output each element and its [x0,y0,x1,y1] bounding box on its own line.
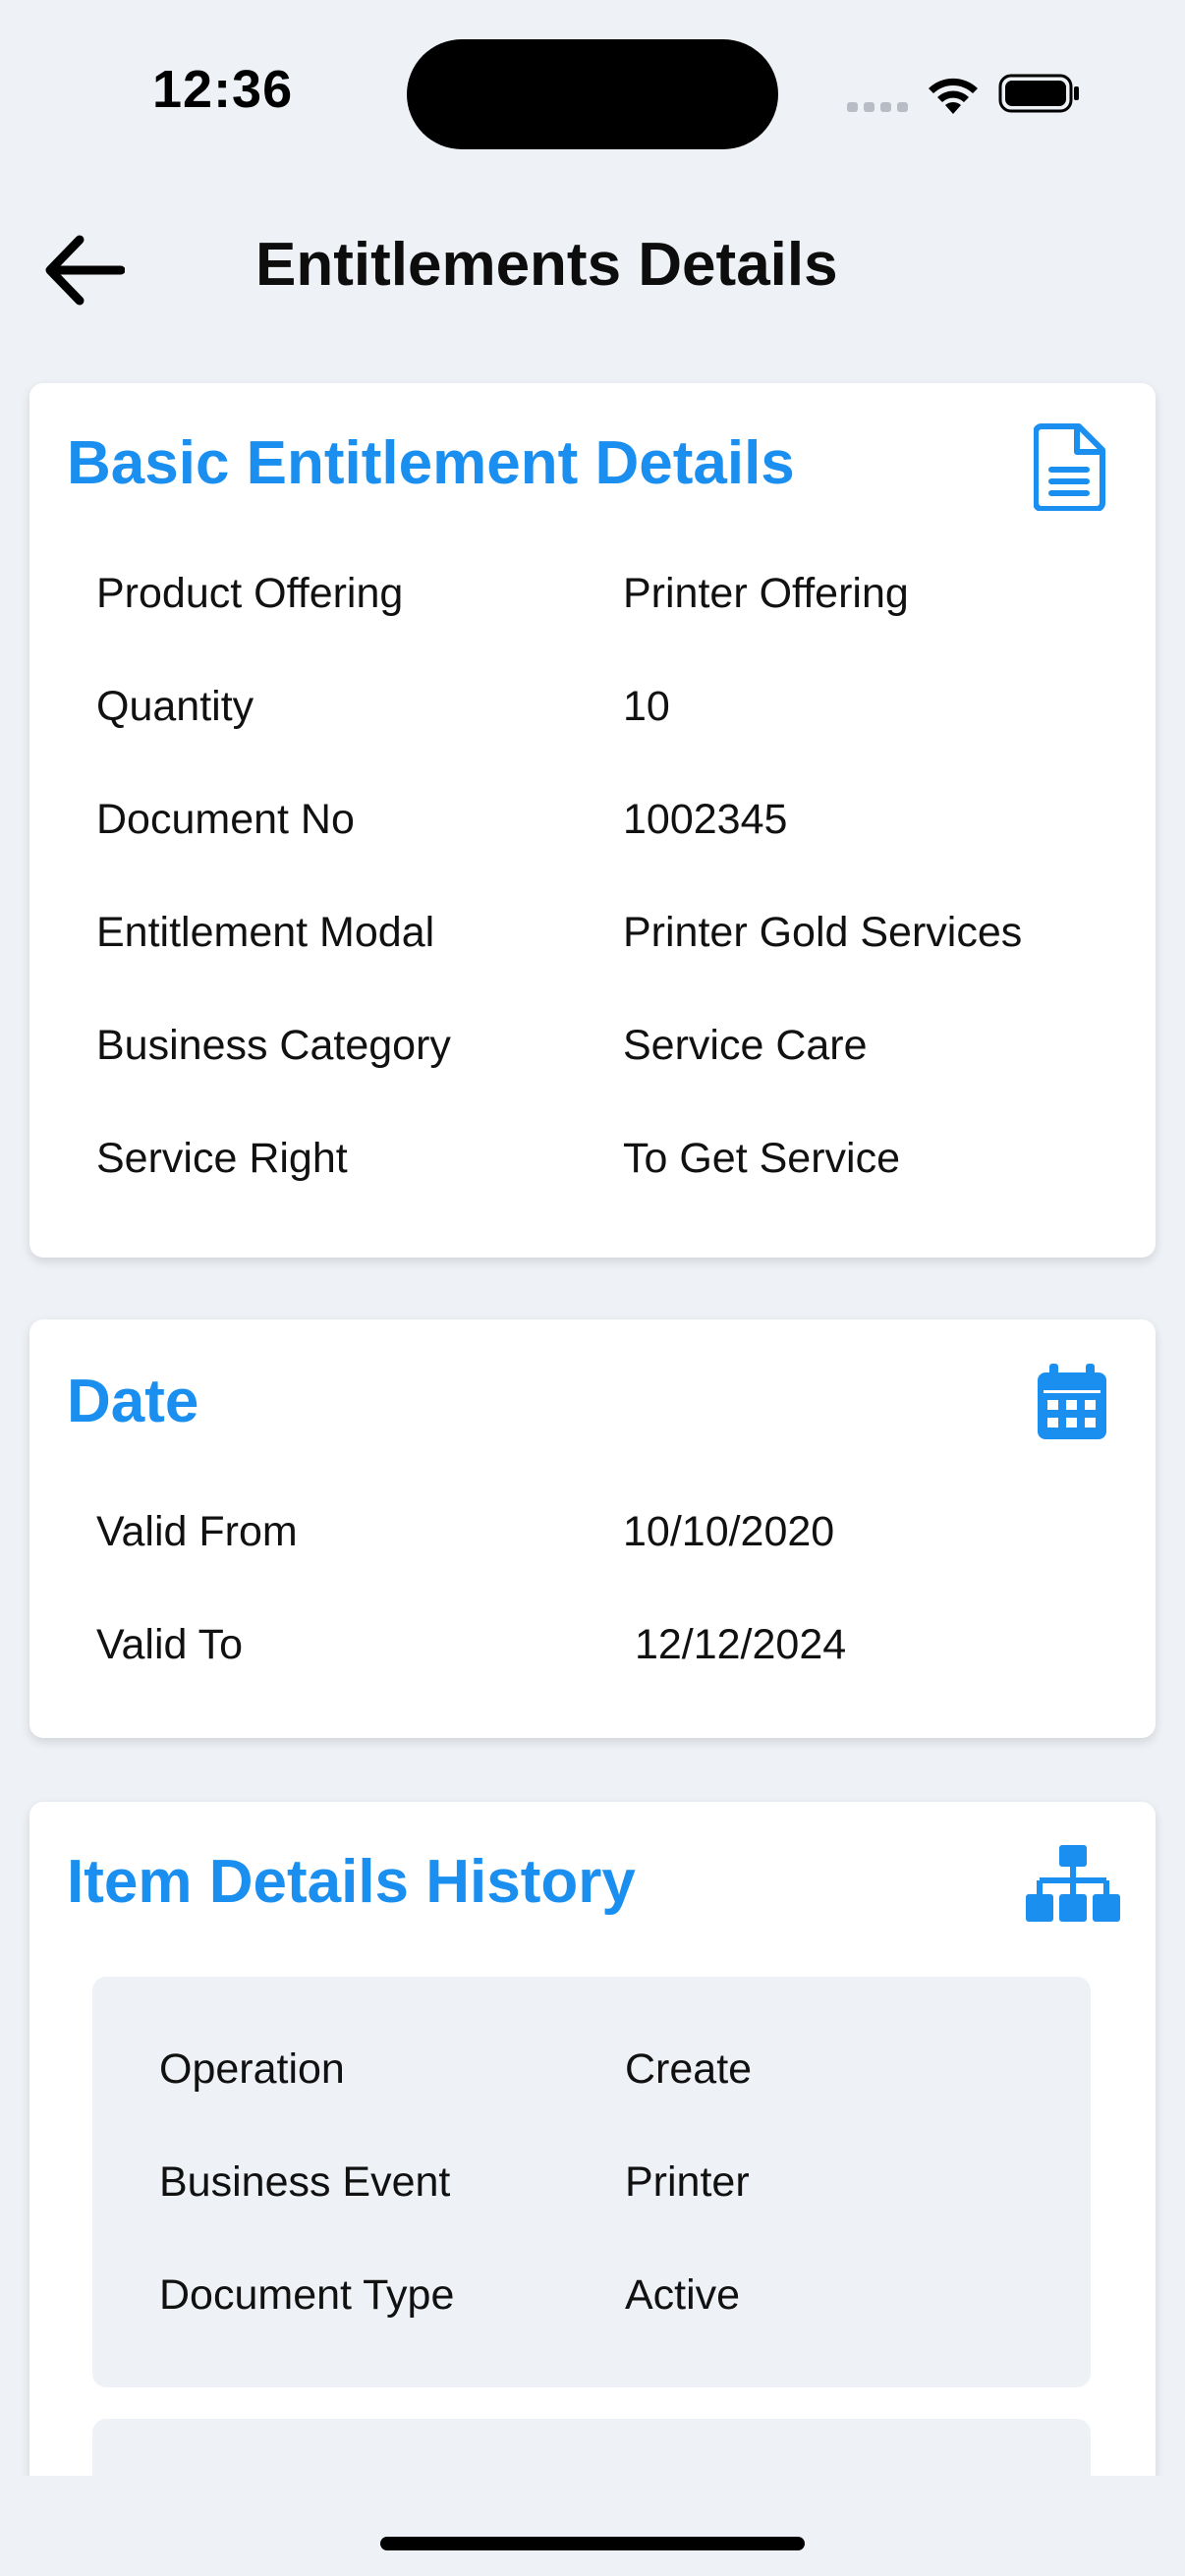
row-operation: Operation Create [159,2045,1063,2104]
row-valid-to: Valid To 12/12/2024 [96,1621,1138,1680]
row-value: Printer [625,2158,750,2206]
row-valid-from: Valid From 10/10/2020 [96,1508,1138,1567]
row-label: Business Category [96,1022,451,1069]
item-history-card: Item Details History Operation Create Bu… [29,1802,1156,2576]
back-button[interactable] [39,226,128,314]
row-label: Operation [159,2045,345,2093]
row-label: Valid From [96,1508,298,1555]
page-title: Entitlements Details [255,231,838,299]
document-icon [1034,423,1105,511]
row-value: Create [625,2045,753,2093]
row-value: 12/12/2024 [623,1621,847,1668]
home-indicator[interactable] [380,2537,805,2550]
row-value: 1002345 [623,796,788,843]
status-bar: 12:36 [0,0,1185,187]
row-document-no: Document No 1002345 [96,796,1138,855]
sitemap-icon [1026,1845,1120,1922]
row-label: Valid To [96,1621,244,1668]
arrow-left-icon [45,235,125,306]
row-value: Printer Offering [623,570,909,617]
row-product-offering: Product Offering Printer Offering [96,570,1138,629]
row-service-right: Service Right To Get Service [96,1135,1138,1194]
basic-entitlement-title: Basic Entitlement Details [67,429,795,497]
basic-entitlement-card: Basic Entitlement Details Product Offeri… [29,383,1156,1258]
row-label: Service Right [96,1135,348,1182]
calendar-icon [1038,1364,1106,1439]
row-value: Active [625,2271,741,2319]
battery-icon [998,74,1079,113]
row-value: To Get Service [623,1135,900,1182]
wifi-icon [929,78,978,114]
row-label: Document Type [159,2271,455,2319]
date-title: Date [67,1368,199,1435]
row-value: 10/10/2020 [623,1508,835,1555]
row-label: Entitlement Modal [96,909,435,956]
row-label: Business Event [159,2158,451,2206]
date-card: Date Valid From 10/10/2020 Valid To 12/1… [29,1319,1156,1738]
row-business-category: Business Category Service Care [96,1022,1138,1081]
row-value: Printer Gold Services [623,909,1023,956]
row-label: Product Offering [96,570,404,617]
row-document-type: Document Type Active [159,2271,1063,2330]
row-value: 10 [623,683,670,730]
screen: 12:36 Entitlements Details Basic Entitle… [0,0,1185,2576]
item-history-title: Item Details History [67,1848,636,1916]
row-label: Quantity [96,683,254,730]
row-entitlement-modal: Entitlement Modal Printer Gold Services [96,909,1138,968]
nav-header: Entitlements Details [0,196,1185,334]
dynamic-island [407,39,778,149]
row-value: Service Care [623,1022,868,1069]
status-time: 12:36 [152,60,294,119]
cellular-signal-icon [847,102,908,112]
row-business-event: Business Event Printer [159,2158,1063,2217]
home-bar-area [0,2476,1185,2576]
row-quantity: Quantity 10 [96,683,1138,742]
history-item: Operation Create Business Event Printer … [92,1977,1091,2387]
row-label: Document No [96,796,355,843]
